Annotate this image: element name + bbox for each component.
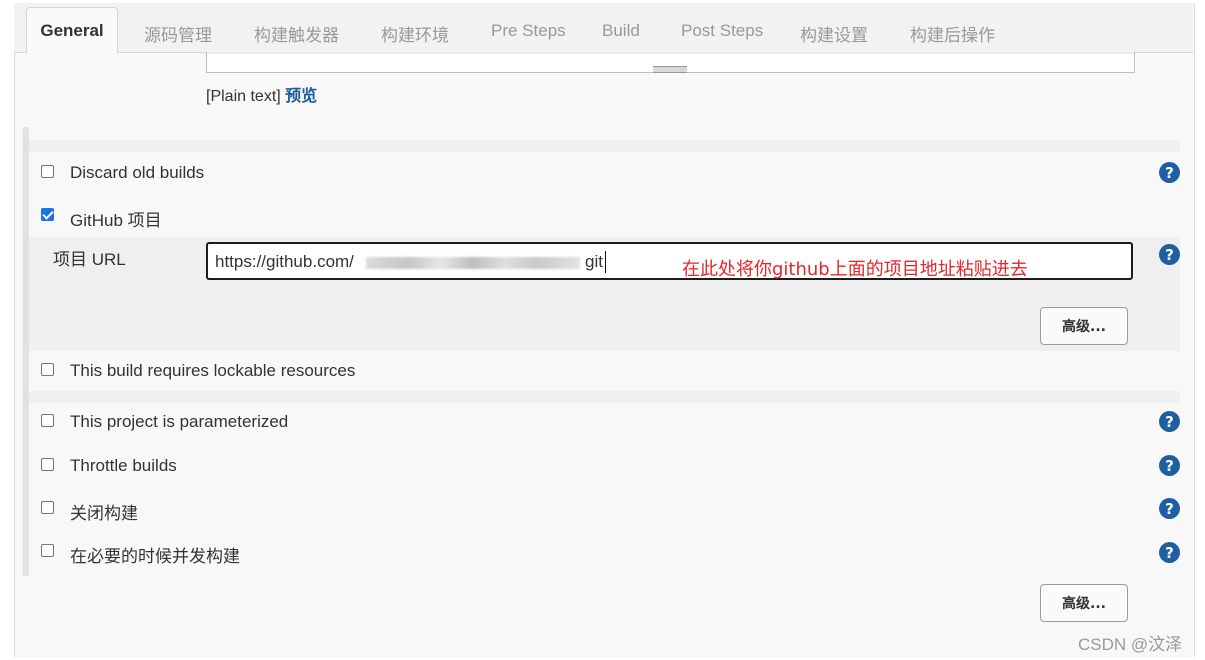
tab-build-triggers[interactable]: 构建触发器	[254, 21, 339, 46]
github-project-checkbox[interactable]	[41, 208, 54, 221]
option-github-project: GitHub 项目	[29, 196, 1180, 236]
resize-handle[interactable]	[653, 66, 687, 73]
disable-build-label: 关闭构建	[70, 504, 138, 523]
red-annotation: 在此处将你github上面的项目地址粘贴进去	[682, 259, 1028, 280]
url-prefix: https://github.com/	[215, 252, 354, 271]
discard-old-builds-checkbox[interactable]	[41, 165, 54, 178]
section-divider	[29, 140, 1180, 152]
help-icon[interactable]: ?	[1159, 411, 1180, 432]
lockable-resources-label: This build requires lockable resources	[70, 361, 356, 380]
option-parameterized: This project is parameterized	[29, 402, 1180, 442]
format-label: [Plain text]	[206, 88, 281, 105]
discard-old-builds-label: Discard old builds	[70, 163, 205, 182]
tab-general[interactable]: General	[26, 7, 118, 54]
description-textarea[interactable]	[206, 52, 1135, 73]
general-advanced-button[interactable]: 高级...	[1040, 584, 1128, 622]
github-project-label: GitHub 项目	[70, 211, 162, 230]
tab-scm[interactable]: 源码管理	[144, 21, 212, 46]
option-throttle-builds: Throttle builds	[29, 446, 1180, 486]
help-icon[interactable]: ?	[1159, 498, 1180, 519]
help-icon[interactable]: ?	[1159, 542, 1180, 563]
parameterized-label: This project is parameterized	[70, 412, 289, 431]
lockable-resources-checkbox[interactable]	[41, 363, 54, 376]
help-icon[interactable]: ?	[1159, 244, 1180, 265]
config-tabs: General 源码管理 构建触发器 构建环境 Pre Steps Build …	[14, 3, 1193, 54]
concurrent-builds-label: 在必要的时候并发构建	[70, 547, 240, 566]
text-caret	[605, 251, 606, 273]
tab-build-settings[interactable]: 构建设置	[800, 21, 868, 46]
tab-pre-steps[interactable]: Pre Steps	[491, 21, 566, 41]
preview-link[interactable]: 预览	[285, 88, 317, 105]
throttle-builds-label: Throttle builds	[70, 456, 177, 475]
help-icon[interactable]: ?	[1159, 455, 1180, 476]
github-advanced-button[interactable]: 高级...	[1040, 307, 1128, 345]
option-disable-build: 关闭构建	[29, 489, 1180, 529]
redacted-url-segment	[366, 257, 580, 269]
disable-build-checkbox[interactable]	[41, 501, 54, 514]
tab-post-steps[interactable]: Post Steps	[681, 21, 763, 41]
parameterized-checkbox[interactable]	[41, 414, 54, 427]
help-icon[interactable]: ?	[1159, 162, 1180, 183]
tab-build[interactable]: Build	[602, 21, 640, 41]
concurrent-builds-checkbox[interactable]	[41, 544, 54, 557]
project-url-label: 项目 URL	[53, 250, 126, 269]
option-concurrent-builds: 在必要的时候并发构建	[29, 532, 1180, 572]
url-suffix: git	[585, 252, 603, 271]
throttle-builds-checkbox[interactable]	[41, 458, 54, 471]
option-lockable-resources: This build requires lockable resources	[29, 351, 1180, 391]
tab-build-environment[interactable]: 构建环境	[381, 21, 449, 46]
description-format-row: [Plain text] 预览	[206, 82, 317, 106]
tab-post-build-actions[interactable]: 构建后操作	[910, 21, 995, 46]
option-discard-old-builds: Discard old builds	[29, 153, 1180, 193]
csdn-watermark: CSDN @汶泽	[1078, 635, 1183, 654]
